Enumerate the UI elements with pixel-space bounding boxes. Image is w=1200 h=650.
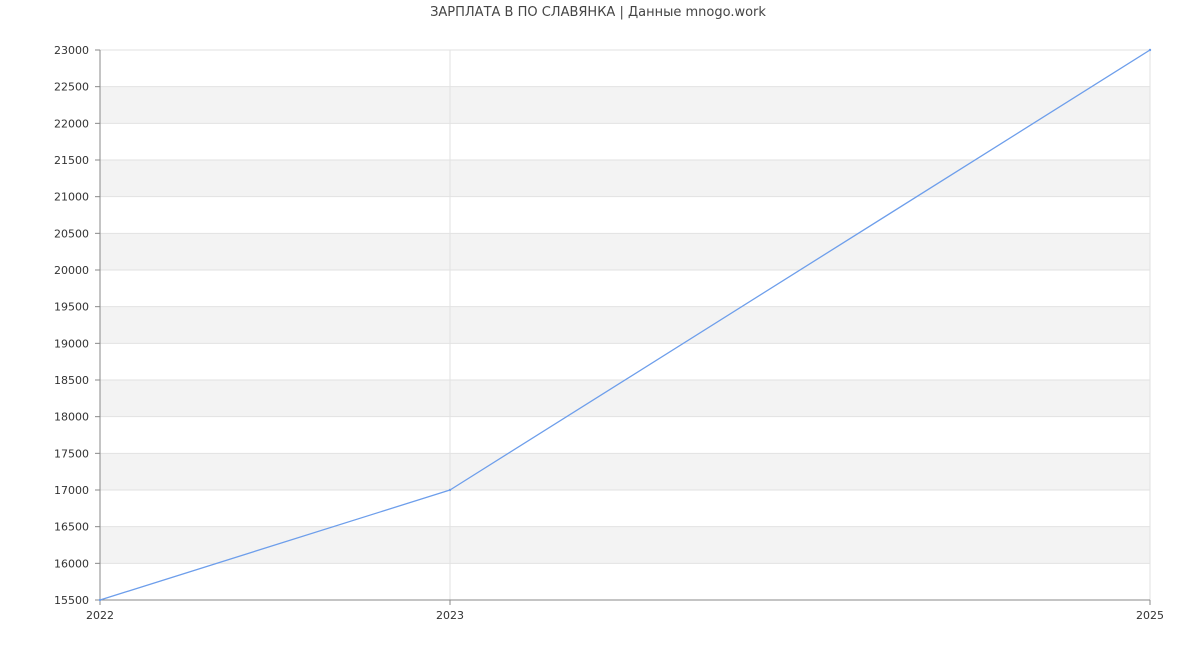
x-tick-label: 2023 xyxy=(436,609,464,622)
y-tick-label: 20500 xyxy=(54,227,89,240)
y-tick-label: 20000 xyxy=(54,264,89,277)
grid-band xyxy=(100,380,1150,417)
y-tick-label: 18000 xyxy=(54,411,89,424)
y-tick-label: 18500 xyxy=(54,374,89,387)
y-tick-label: 17500 xyxy=(54,447,89,460)
y-tick-label: 17000 xyxy=(54,484,89,497)
line-chart: 15500 16000 16500 17000 17500 18000 18500 19000… xyxy=(54,5,1164,622)
grid-band xyxy=(100,86,1150,124)
data-point xyxy=(98,598,102,602)
y-tick-label: 22500 xyxy=(54,81,89,94)
y-tick-label: 16000 xyxy=(54,557,89,570)
x-tick-label: 2025 xyxy=(1136,609,1164,622)
chart: 15500 16000 16500 17000 17500 18000 18500 19000… xyxy=(0,0,1200,650)
y-tick-label: 22000 xyxy=(54,117,89,130)
y-tick-label: 16500 xyxy=(54,521,89,534)
x-axis-ticks: 2022 2023 2025 xyxy=(86,600,1164,622)
background-bands xyxy=(100,86,1150,564)
y-tick-label: 19000 xyxy=(54,337,89,350)
y-tick-label: 21000 xyxy=(54,191,89,204)
y-tick-label: 23000 xyxy=(54,44,89,57)
grid-band xyxy=(100,306,1150,344)
x-tick-label: 2022 xyxy=(86,609,114,622)
grid-band xyxy=(100,233,1150,270)
grid-band xyxy=(100,526,1150,564)
y-tick-label: 15500 xyxy=(54,594,89,607)
grid-band xyxy=(100,160,1150,197)
grid-band xyxy=(100,453,1150,490)
y-tick-label: 19500 xyxy=(54,301,89,314)
chart-title: ЗАРПЛАТА В ПО СЛАВЯНКА | Данные mnogo.wo… xyxy=(430,5,766,20)
y-tick-label: 21500 xyxy=(54,154,89,167)
data-point xyxy=(448,488,452,492)
data-point xyxy=(1148,48,1152,52)
y-axis-ticks: 15500 16000 16500 17000 17500 18000 18500 19000… xyxy=(54,44,100,607)
